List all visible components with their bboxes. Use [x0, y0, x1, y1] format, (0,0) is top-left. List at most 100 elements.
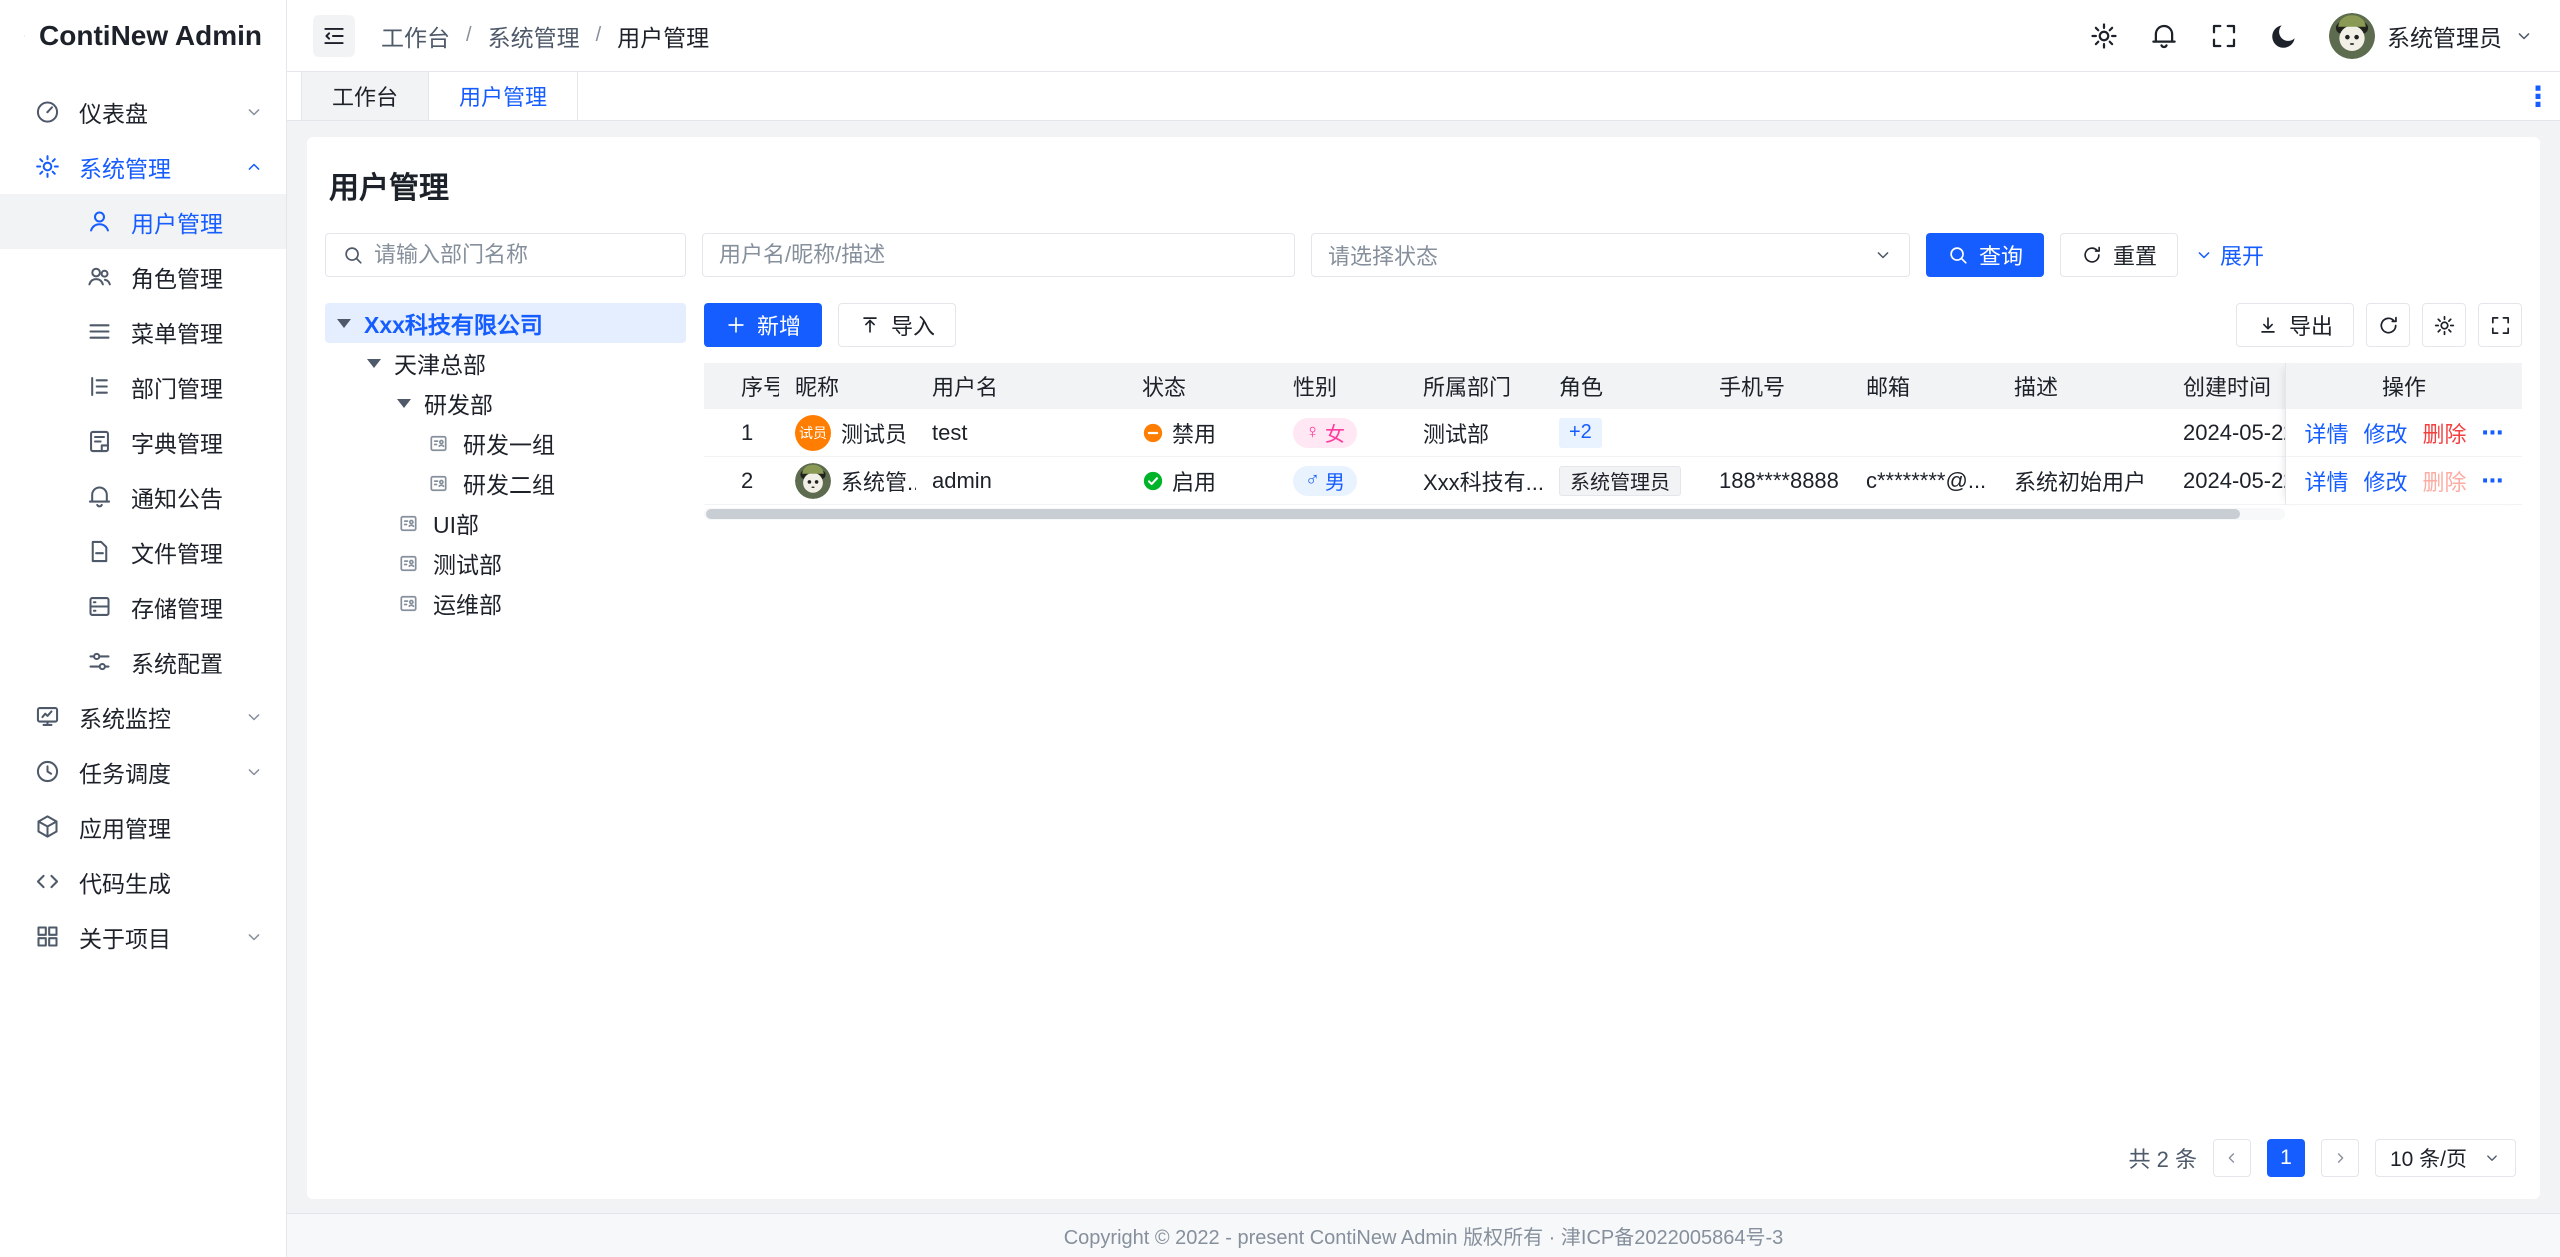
caret-down-icon[interactable] — [367, 358, 381, 368]
tab-user-management[interactable]: 用户管理 — [429, 72, 579, 120]
horizontal-scrollbar[interactable] — [704, 508, 2285, 520]
user-menu[interactable]: 系统管理员 — [2329, 13, 2534, 59]
detail-link[interactable]: 详情 — [2304, 417, 2348, 449]
topbar: 工作台 / 系统管理 / 用户管理 系统管理员 — [287, 0, 2560, 72]
col-header-status: 状态 — [1142, 375, 1187, 400]
table-row[interactable]: 1 试员 测试员 test 禁用 ♀ 女 测试部 +2 2024-05-22 — [704, 409, 2285, 457]
refresh-table-button[interactable] — [2366, 303, 2410, 347]
keyword-search-input[interactable] — [719, 242, 1278, 268]
sidebar-item-monitor[interactable]: 系统监控 — [0, 689, 286, 744]
reset-button-label: 重置 — [2113, 244, 2158, 269]
sidebar-item-roles[interactable]: 角色管理 — [0, 249, 286, 304]
tree-node-tianjin[interactable]: 天津总部 — [325, 343, 686, 383]
detail-link[interactable]: 详情 — [2304, 465, 2348, 497]
chevron-down-icon — [244, 707, 264, 727]
sidebar-item-menus[interactable]: 菜单管理 — [0, 304, 286, 359]
sidebar-item-config[interactable]: 系统配置 — [0, 634, 286, 689]
tree-node-label: UI部 — [433, 512, 479, 538]
cell-created: 2024-05-22 09 — [2183, 419, 2285, 445]
sidebar-item-label: 关于项目 — [79, 925, 171, 952]
role-count-tag[interactable]: +2 — [1559, 417, 1602, 448]
dark-mode-moon-icon[interactable] — [2269, 21, 2299, 51]
more-actions-link[interactable]: ⋯ — [2482, 468, 2504, 494]
page-content: 用户管理 请选择状态 查询 重 — [287, 121, 2560, 1199]
current-page-button[interactable]: 1 — [2266, 1139, 2305, 1177]
column-settings-button[interactable] — [2422, 303, 2466, 347]
logo-icon — [24, 14, 25, 58]
cell-role: +2 — [1543, 417, 1703, 448]
caret-down-icon[interactable] — [337, 318, 351, 328]
edit-link[interactable]: 修改 — [2363, 417, 2407, 449]
gauge-icon — [34, 98, 61, 125]
cell-dept: Xxx科技有... — [1423, 469, 1543, 495]
tree-node-company[interactable]: Xxx科技有限公司 — [325, 303, 686, 343]
status-select[interactable]: 请选择状态 — [1311, 233, 1910, 277]
dict-card-icon — [86, 428, 113, 455]
sidebar-item-depts[interactable]: 部门管理 — [0, 359, 286, 414]
sidebar-item-about[interactable]: 关于项目 — [0, 909, 286, 964]
caret-down-icon[interactable] — [397, 398, 411, 408]
query-button[interactable]: 查询 — [1926, 233, 2045, 277]
gender-text: 男 — [1325, 472, 1345, 494]
expand-filters-link[interactable]: 展开 — [2194, 239, 2264, 271]
tree-node-rnd-group2[interactable]: 研发二组 — [325, 463, 686, 503]
sidebar-item-storage[interactable]: 存储管理 — [0, 579, 286, 634]
tree-node-rnd-group1[interactable]: 研发一组 — [325, 423, 686, 463]
cell-role: 系统管理员 — [1543, 465, 1703, 496]
sidebar-item-files[interactable]: 文件管理 — [0, 524, 286, 579]
col-header-phone: 手机号 — [1719, 375, 1786, 400]
tree-node-rnd[interactable]: 研发部 — [325, 383, 686, 423]
col-header-role: 角色 — [1559, 375, 1604, 400]
delete-link[interactable]: 删除 — [2423, 417, 2467, 449]
status-text: 启用 — [1172, 469, 1217, 495]
reset-button[interactable]: 重置 — [2060, 233, 2179, 277]
edit-link[interactable]: 修改 — [2363, 465, 2407, 497]
tree-node-ui[interactable]: UI部 — [325, 503, 686, 543]
import-button[interactable]: 导入 — [838, 303, 957, 347]
sidebar-item-dicts[interactable]: 字典管理 — [0, 414, 286, 469]
sidebar-collapse-button[interactable] — [313, 14, 355, 57]
add-user-button[interactable]: 新增 — [704, 303, 823, 347]
page-size-select[interactable]: 10 条/页 — [2374, 1139, 2516, 1177]
settings-gear-icon[interactable] — [2089, 21, 2119, 51]
sidebar-item-notices[interactable]: 通知公告 — [0, 469, 286, 524]
export-button[interactable]: 导出 — [2235, 303, 2354, 347]
status-text: 禁用 — [1172, 421, 1217, 447]
tree-node-test[interactable]: 测试部 — [325, 543, 686, 583]
search-icon — [1947, 244, 1969, 266]
breadcrumb: 工作台 / 系统管理 / 用户管理 — [381, 19, 709, 53]
upload-icon — [859, 314, 881, 336]
scrollbar-thumb[interactable] — [706, 509, 2240, 519]
tab-more-button[interactable]: ⋮ — [2516, 72, 2560, 120]
breadcrumb-item[interactable]: 工作台 — [381, 19, 450, 53]
app-logo[interactable]: ContiNew Admin — [0, 0, 286, 72]
status-disabled-icon — [1142, 422, 1164, 444]
export-button-label: 导出 — [2288, 314, 2333, 339]
chevron-down-icon — [1873, 245, 1893, 265]
prev-page-button[interactable] — [2212, 1139, 2251, 1177]
sidebar-item-schedule[interactable]: 任务调度 — [0, 744, 286, 799]
table-row[interactable]: 2 系统管... admin 启用 — [704, 457, 2285, 505]
keyword-search-field[interactable] — [702, 233, 1295, 277]
table-fullscreen-button[interactable] — [2478, 303, 2522, 347]
sidebar-item-system[interactable]: 系统管理 — [0, 139, 286, 194]
download-icon — [2257, 314, 2279, 336]
clock-icon — [34, 758, 61, 785]
sidebar-item-apps[interactable]: 应用管理 — [0, 799, 286, 854]
dept-search-field[interactable] — [325, 233, 686, 277]
table-scroll-region: 序号 昵称 用户名 状态 性别 所属部门 角色 手机号 邮箱 描述 创建时间 1… — [704, 363, 2285, 520]
sidebar-item-label: 通知公告 — [131, 485, 223, 512]
sidebar-item-label: 角色管理 — [131, 265, 223, 292]
next-page-button[interactable] — [2320, 1139, 2359, 1177]
more-actions-link[interactable]: ⋯ — [2482, 420, 2504, 446]
breadcrumb-item[interactable]: 系统管理 — [488, 19, 580, 53]
sidebar-item-dashboard[interactable]: 仪表盘 — [0, 84, 286, 139]
sidebar-item-users[interactable]: 用户管理 — [0, 194, 286, 249]
tab-workbench[interactable]: 工作台 — [301, 72, 430, 120]
sidebar-item-codegen[interactable]: 代码生成 — [0, 854, 286, 909]
tree-node-ops[interactable]: 运维部 — [325, 583, 686, 623]
notification-bell-icon[interactable] — [2149, 21, 2179, 51]
dept-search-input[interactable] — [374, 242, 669, 268]
fullscreen-icon[interactable] — [2209, 21, 2239, 51]
sidebar-item-label: 任务调度 — [79, 760, 171, 787]
